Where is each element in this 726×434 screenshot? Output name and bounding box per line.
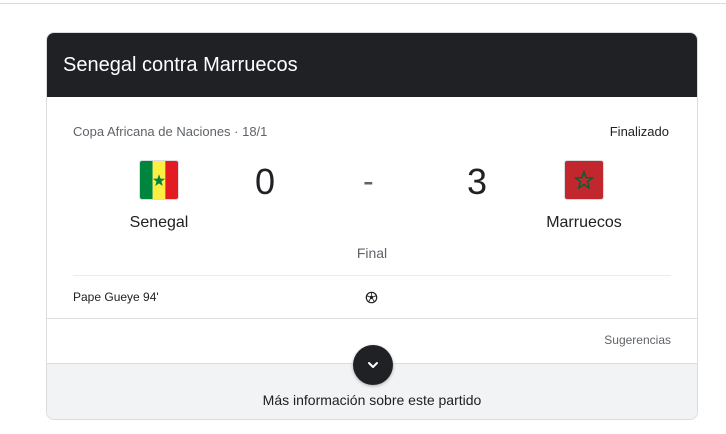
away-team-name: Marruecos [546, 214, 622, 231]
match-title[interactable]: Senegal contra Marruecos [63, 54, 298, 77]
away-team[interactable]: Marruecos [524, 160, 644, 232]
match-header: Senegal contra Marruecos [47, 33, 697, 97]
top-divider [0, 0, 726, 4]
home-score: 0 [254, 161, 276, 202]
home-scorer: Pape Gueye 94' [73, 290, 159, 304]
result-label: Final [356, 245, 388, 261]
chevron-down-icon [368, 362, 378, 368]
competition-label[interactable]: Copa Africana de Naciones · 18/1 [73, 124, 267, 139]
match-card: Senegal contra Marruecos Copa Africana d… [46, 32, 698, 420]
home-team[interactable]: Senegal [99, 160, 219, 232]
score-separator: - [363, 163, 374, 199]
senegal-flag-icon [139, 160, 179, 200]
expand-button[interactable] [353, 345, 393, 385]
match-meta: Copa Africana de Naciones · 18/1 Finaliz… [73, 124, 669, 139]
home-team-name: Senegal [129, 214, 189, 231]
match-status: Finalizado [609, 124, 669, 139]
away-score: 3 [466, 161, 488, 202]
soccer-ball-icon [365, 291, 378, 304]
morocco-flag-icon [564, 160, 604, 200]
more-info-label[interactable]: Más información sobre este partido [47, 392, 697, 408]
section-divider [73, 275, 671, 276]
footer-divider [47, 318, 697, 319]
suggestions-link[interactable]: Sugerencias [604, 333, 671, 347]
